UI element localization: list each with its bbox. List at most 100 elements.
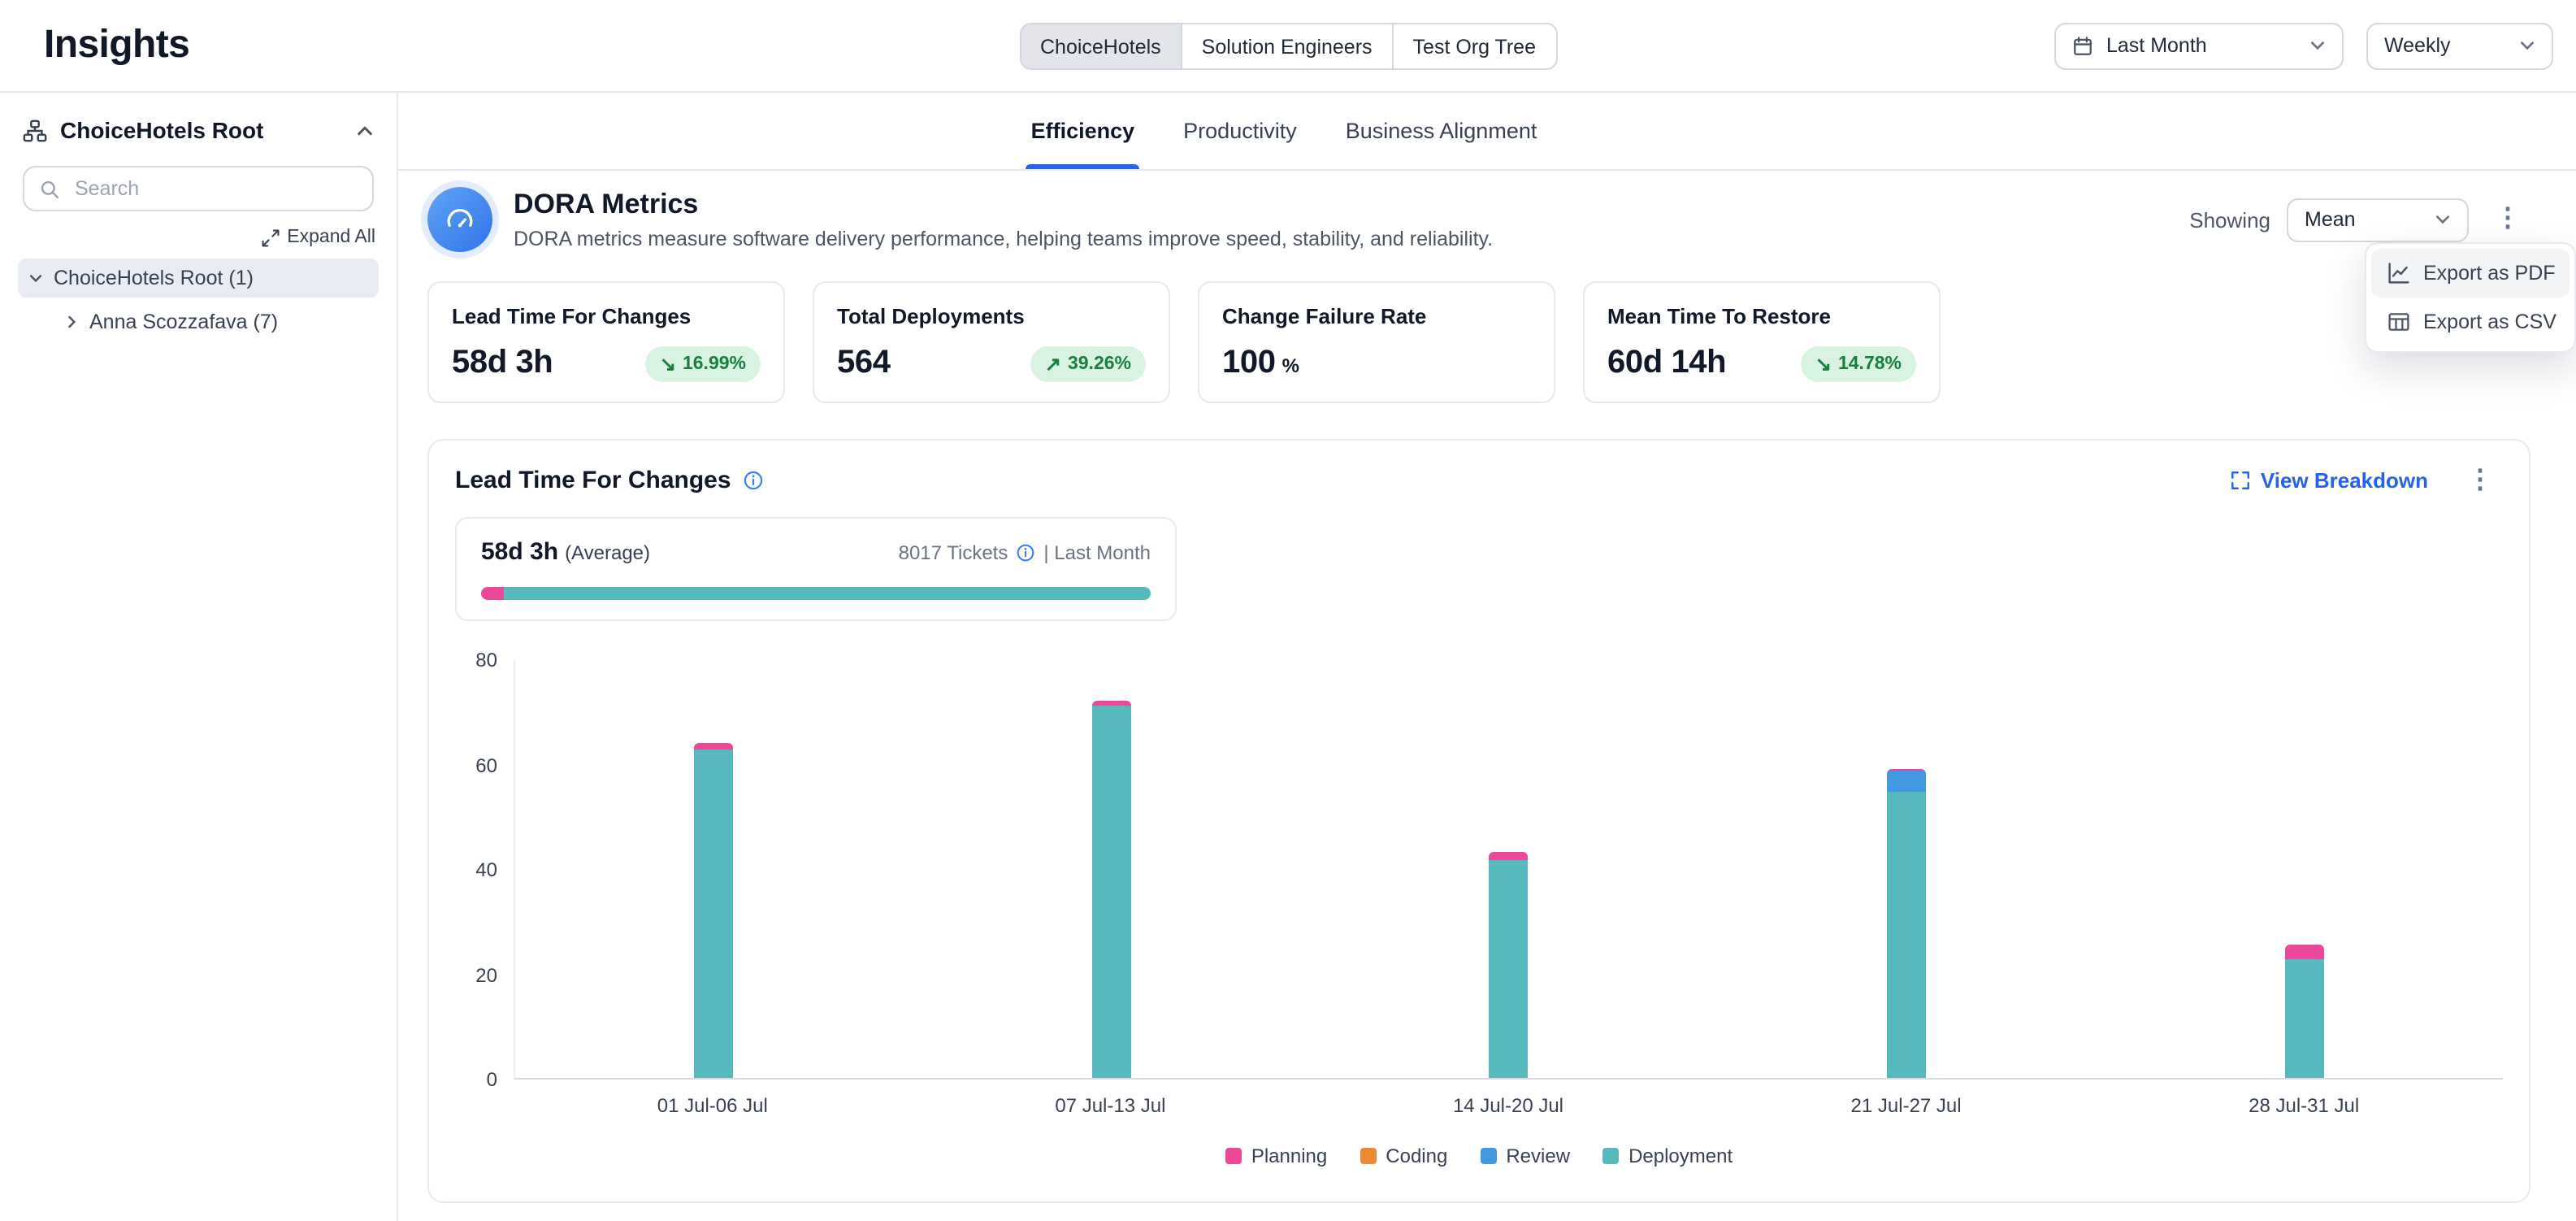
info-icon[interactable] [1016, 542, 1035, 562]
legend-item-review[interactable]: Review [1480, 1145, 1570, 1167]
collapse-sidebar-chevron-up-icon[interactable] [356, 121, 374, 139]
dora-gauge-icon [427, 187, 492, 252]
chevron-down-icon[interactable] [28, 270, 44, 286]
stacked-bar[interactable] [1887, 769, 1926, 1079]
bar-segment-deployment[interactable] [1490, 860, 1529, 1078]
section-kebab-menu-icon[interactable]: ⋮ [2457, 467, 2503, 493]
bar-segment-planning[interactable] [1490, 853, 1529, 861]
legend-label: Planning [1251, 1145, 1327, 1167]
metric-title: Total Deployments [837, 304, 1146, 328]
tab-efficiency[interactable]: Efficiency [1031, 93, 1135, 169]
dora-titles: DORA Metrics DORA metrics measure softwa… [514, 189, 1493, 250]
metric-card-change-failure-rate[interactable]: Change Failure Rate 100 % [1198, 281, 1555, 403]
chart-legend: Planning Coding Review Deployment [455, 1145, 2503, 1167]
legend-item-planning[interactable]: Planning [1225, 1145, 1327, 1167]
chart-slot [1708, 660, 2105, 1078]
expand-all-icon [261, 228, 279, 246]
export-csv-menu-item[interactable]: Export as CSV [2371, 298, 2569, 346]
date-range-select[interactable]: Last Month [2054, 22, 2344, 69]
export-dropdown-menu: Export as PDF Export as CSV [2365, 242, 2576, 353]
trend-down-arrow-icon: ↘ [1815, 354, 1832, 373]
dora-metric-cards: Lead Time For Changes 58d 3h ↘ 16.99% To… [427, 281, 2530, 403]
expand-icon [2230, 470, 2251, 491]
efficiency-content: DORA Metrics DORA metrics measure softwa… [398, 171, 2576, 1221]
chart-slot [2105, 660, 2503, 1078]
chart-y-axis: 020406080 [455, 660, 514, 1080]
x-tick-label: 28 Jul-31 Jul [2105, 1094, 2503, 1117]
export-pdf-menu-item[interactable]: Export as PDF [2371, 249, 2569, 298]
bar-segment-review[interactable] [1887, 771, 1926, 793]
tree-item-choicehotels-root[interactable]: ChoiceHotels Root (1) [18, 259, 379, 298]
sidebar-root-label: ChoiceHotels Root [60, 117, 343, 143]
dora-kebab-menu-icon[interactable]: ⋮ [2485, 206, 2530, 232]
app-title: Insights [44, 23, 189, 68]
metric-card-mean-time-to-restore[interactable]: Mean Time To Restore 60d 14h ↘ 14.78% [1583, 281, 1941, 403]
bar-segment-planning[interactable] [2284, 945, 2323, 960]
legend-swatch [1602, 1148, 1619, 1164]
legend-label: Deployment [1628, 1145, 1733, 1167]
summary-value: 58d 3h [481, 538, 558, 566]
bar-segment-deployment[interactable] [2284, 960, 2323, 1078]
legend-item-coding[interactable]: Coding [1360, 1145, 1447, 1167]
bar-segment-deployment[interactable] [695, 750, 734, 1078]
y-tick-label: 20 [475, 963, 497, 986]
line-chart-icon [2387, 262, 2410, 285]
dora-subtitle: DORA metrics measure software delivery p… [514, 228, 1493, 250]
sidebar-search-box [23, 166, 374, 211]
tree-item-anna-scozzafava[interactable]: Anna Scozzafava (7) [54, 302, 379, 341]
trend-delta: 39.26% [1068, 354, 1131, 373]
chevron-down-icon [2435, 211, 2451, 228]
sidebar-header: ChoiceHotels Root [0, 93, 397, 163]
trend-delta: 16.99% [683, 354, 746, 373]
stacked-bar[interactable] [695, 742, 734, 1078]
stacked-bar[interactable] [2284, 945, 2323, 1078]
dora-controls: Showing Mean ⋮ [2189, 198, 2530, 241]
bar-segment-deployment[interactable] [1887, 793, 1926, 1079]
view-breakdown-button[interactable]: View Breakdown [2230, 468, 2428, 493]
stacked-bar[interactable] [1490, 853, 1529, 1078]
stacked-bar[interactable] [1092, 701, 1131, 1078]
tab-productivity[interactable]: Productivity [1183, 93, 1297, 169]
calendar-icon [2072, 35, 2093, 56]
y-tick-label: 60 [475, 754, 497, 776]
bar-segment-deployment[interactable] [1092, 706, 1131, 1078]
granularity-value: Weekly [2384, 34, 2506, 57]
info-icon[interactable] [743, 470, 764, 491]
bar-segment-planning[interactable] [695, 742, 734, 750]
trend-delta: 14.78% [1838, 354, 1902, 373]
expand-all-button[interactable]: Expand All [21, 228, 375, 247]
showing-label: Showing [2189, 207, 2270, 232]
app-header: Insights ChoiceHotels Solution Engineers… [0, 0, 2576, 93]
chevron-right-icon[interactable] [63, 314, 80, 330]
legend-label: Review [1506, 1145, 1570, 1167]
granularity-select[interactable]: Weekly [2366, 22, 2553, 69]
search-input[interactable] [72, 176, 358, 202]
org-icon [23, 118, 47, 142]
legend-swatch [1360, 1148, 1376, 1164]
metric-value: 58d 3h [452, 345, 553, 382]
tickets-count: 8017 Tickets [899, 541, 1008, 563]
legend-item-deployment[interactable]: Deployment [1602, 1145, 1733, 1167]
tab-business-alignment[interactable]: Business Alignment [1346, 93, 1537, 169]
summary-meta: 8017 Tickets | Last Month [899, 541, 1151, 563]
phase-progress-bar [481, 587, 1151, 600]
lead-time-summary-card: 58d 3h (Average) 8017 Tickets [455, 517, 1177, 621]
org-tab-test-org-tree[interactable]: Test Org Tree [1394, 24, 1555, 68]
metric-card-total-deployments[interactable]: Total Deployments 564 ↗ 39.26% [813, 281, 1170, 403]
metric-value: 564 [837, 345, 891, 382]
tree-item-label: ChoiceHotels Root (1) [54, 267, 254, 289]
y-tick-label: 40 [475, 858, 497, 881]
org-tab-choicehotels[interactable]: ChoiceHotels [1021, 24, 1182, 68]
metric-value: 100 [1222, 345, 1276, 382]
metric-value: 60d 14h [1607, 345, 1726, 382]
org-tab-solution-engineers[interactable]: Solution Engineers [1182, 24, 1394, 68]
tree-item-label: Anna Scozzafava (7) [89, 311, 278, 333]
chevron-down-icon [2519, 37, 2535, 54]
org-tree-sidebar: ChoiceHotels Root Expand All [0, 93, 398, 1221]
page-body: ChoiceHotels Root Expand All [0, 93, 2576, 1221]
metric-title: Mean Time To Restore [1607, 304, 1916, 328]
aggregation-select[interactable]: Mean [2287, 198, 2469, 241]
trend-badge: ↘ 16.99% [645, 345, 761, 381]
metric-card-lead-time[interactable]: Lead Time For Changes 58d 3h ↘ 16.99% [427, 281, 785, 403]
trend-badge: ↘ 14.78% [1801, 345, 1916, 381]
